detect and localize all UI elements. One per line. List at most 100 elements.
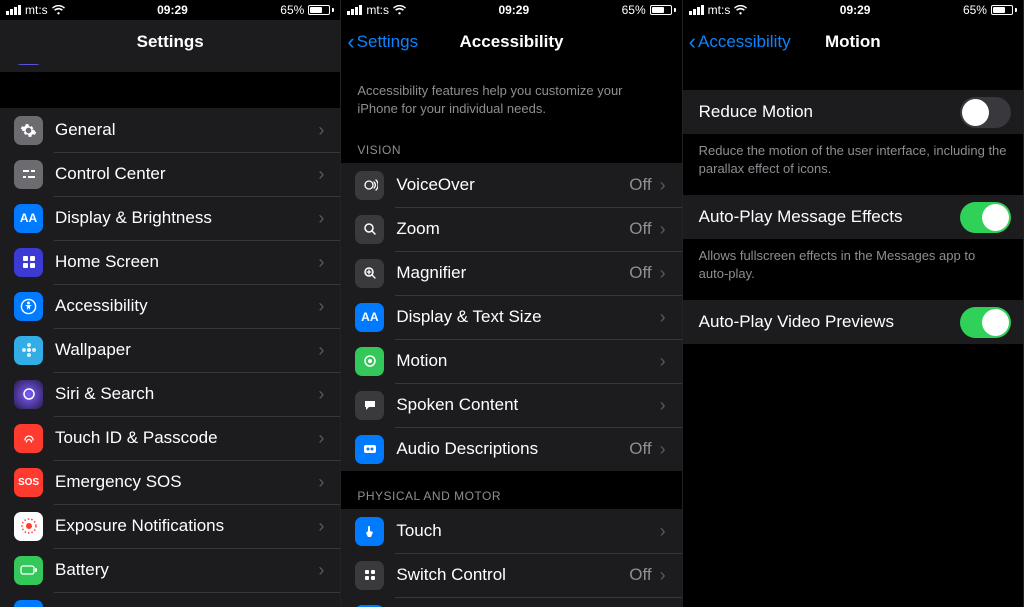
flower-icon — [14, 336, 43, 365]
carrier-label: mt:s — [25, 3, 48, 17]
settings-row-touchid[interactable]: Touch ID & Passcode › — [0, 416, 340, 460]
row-touch[interactable]: Touch › — [341, 509, 681, 553]
screen-accessibility: mt:s 09:29 65% ‹ Settings Accessibility … — [341, 0, 682, 607]
section-header-vision: VISION — [341, 125, 681, 163]
row-switch-control[interactable]: Switch Control Off › — [341, 553, 681, 597]
intro-text: Accessibility features help you customiz… — [341, 64, 681, 125]
chevron-right-icon: › — [318, 472, 324, 493]
chevron-right-icon: › — [660, 263, 666, 284]
section-header-physical: PHYSICAL AND MOTOR — [341, 471, 681, 509]
row-autoplay-video[interactable]: Auto-Play Video Previews — [683, 300, 1023, 344]
row-label: Touch ID & Passcode — [55, 428, 318, 448]
chevron-right-icon: › — [660, 565, 666, 586]
row-audio-descriptions[interactable]: Audio Descriptions Off › — [341, 427, 681, 471]
settings-row-exposure[interactable]: Exposure Notifications › — [0, 504, 340, 548]
row-motion[interactable]: Motion › — [341, 339, 681, 383]
settings-row-home-screen[interactable]: Home Screen › — [0, 240, 340, 284]
navbar-settings: Settings — [0, 20, 340, 64]
status-bar: mt:s 09:29 65% — [341, 0, 681, 20]
row-label: Home Screen — [55, 252, 318, 272]
chevron-right-icon: › — [660, 219, 666, 240]
row-label: Switch Control — [396, 565, 629, 585]
app-grid-icon — [14, 248, 43, 277]
row-autoplay-message[interactable]: Auto-Play Message Effects — [683, 195, 1023, 239]
content-motion[interactable]: Reduce Motion Reduce the motion of the u… — [683, 64, 1023, 607]
battery-pct: 65% — [280, 3, 304, 17]
chevron-right-icon: › — [318, 208, 324, 229]
chevron-left-icon: ‹ — [347, 31, 354, 53]
row-magnifier[interactable]: Magnifier Off › — [341, 251, 681, 295]
row-value: Off — [629, 219, 651, 239]
navbar-motion: ‹ Accessibility Motion — [683, 20, 1023, 64]
row-label: Spoken Content — [396, 395, 659, 415]
status-bar: mt:s 09:29 65% — [0, 0, 340, 20]
settings-row-siri[interactable]: Siri & Search › — [0, 372, 340, 416]
siri-icon — [14, 380, 43, 409]
chevron-right-icon: › — [318, 560, 324, 581]
toggle-reduce-motion[interactable] — [960, 97, 1011, 128]
settings-row-battery[interactable]: Battery › — [0, 548, 340, 592]
battery-icon — [650, 5, 676, 15]
touch-icon — [355, 517, 384, 546]
content-settings[interactable]: Screen Time › General › Control Center › — [0, 64, 340, 607]
chevron-right-icon: › — [660, 351, 666, 372]
hand-icon — [14, 600, 43, 607]
magnifier-icon — [355, 259, 384, 288]
settings-row-privacy[interactable]: Privacy › — [0, 592, 340, 607]
battery-icon — [308, 5, 334, 15]
toggle-autoplay-message[interactable] — [960, 202, 1011, 233]
row-voiceover[interactable]: VoiceOver Off › — [341, 163, 681, 207]
battery-pct: 65% — [963, 3, 987, 17]
row-label: VoiceOver — [396, 175, 629, 195]
screen-settings: mt:s 09:29 65% Settings Screen Time › — [0, 0, 341, 607]
row-voice-control[interactable]: Voice Control Off › — [341, 597, 681, 607]
chevron-right-icon: › — [318, 604, 324, 607]
row-label: Auto-Play Video Previews — [699, 312, 960, 332]
row-label: Reduce Motion — [699, 102, 960, 122]
back-label: Settings — [357, 32, 418, 52]
settings-row-screen-time[interactable]: Screen Time › — [0, 64, 340, 72]
chevron-right-icon: › — [318, 340, 324, 361]
settings-row-sos[interactable]: SOS Emergency SOS › — [0, 460, 340, 504]
accessibility-icon — [14, 292, 43, 321]
toggle-autoplay-video[interactable] — [960, 307, 1011, 338]
back-button[interactable]: ‹ Settings — [341, 31, 418, 53]
chevron-right-icon: › — [660, 307, 666, 328]
row-display-text-size[interactable]: AA Display & Text Size › — [341, 295, 681, 339]
row-label: Control Center — [55, 164, 318, 184]
chevron-right-icon: › — [660, 439, 666, 460]
chevron-right-icon: › — [318, 516, 324, 537]
signal-icon — [689, 5, 704, 15]
zoom-icon — [355, 215, 384, 244]
row-reduce-motion[interactable]: Reduce Motion — [683, 90, 1023, 134]
settings-row-control-center[interactable]: Control Center › — [0, 152, 340, 196]
text-size-icon: AA — [14, 204, 43, 233]
voiceover-icon — [355, 171, 384, 200]
row-value: Off — [629, 263, 651, 283]
settings-row-display-brightness[interactable]: AA Display & Brightness › — [0, 196, 340, 240]
content-accessibility[interactable]: Accessibility features help you customiz… — [341, 64, 681, 607]
clock: 09:29 — [840, 3, 871, 17]
settings-row-wallpaper[interactable]: Wallpaper › — [0, 328, 340, 372]
row-spoken-content[interactable]: Spoken Content › — [341, 383, 681, 427]
row-label: Wallpaper — [55, 340, 318, 360]
wifi-icon — [52, 5, 65, 15]
wifi-icon — [393, 5, 406, 15]
row-label: Accessibility — [55, 296, 318, 316]
chevron-right-icon: › — [318, 428, 324, 449]
row-zoom[interactable]: Zoom Off › — [341, 207, 681, 251]
row-label: Motion — [396, 351, 659, 371]
clock: 09:29 — [157, 3, 188, 17]
settings-row-accessibility[interactable]: Accessibility › — [0, 284, 340, 328]
chevron-left-icon: ‹ — [689, 31, 696, 53]
motion-icon — [355, 347, 384, 376]
row-label: Display & Brightness — [55, 208, 318, 228]
desc-autoplay-message: Allows fullscreen effects in the Message… — [683, 239, 1023, 290]
back-button[interactable]: ‹ Accessibility — [683, 31, 791, 53]
wifi-icon — [734, 5, 747, 15]
signal-icon — [347, 5, 362, 15]
audio-desc-icon — [355, 435, 384, 464]
settings-row-general[interactable]: General › — [0, 108, 340, 152]
fingerprint-icon — [14, 424, 43, 453]
chevron-right-icon: › — [318, 384, 324, 405]
